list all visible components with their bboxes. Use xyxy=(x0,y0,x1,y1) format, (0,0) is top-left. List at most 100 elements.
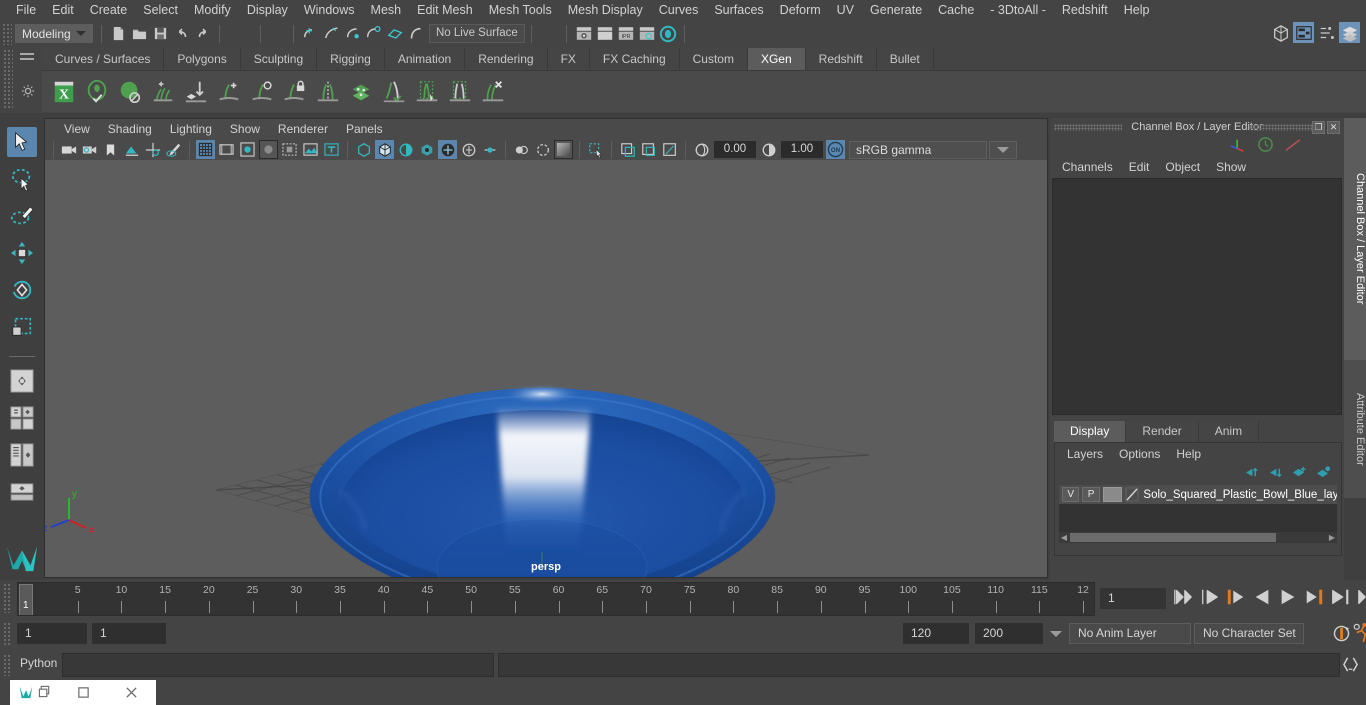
shelf-options-gear-icon[interactable] xyxy=(21,84,37,100)
shelf-tab-sculpting[interactable]: Sculpting xyxy=(240,48,318,71)
animation-clock-icon[interactable] xyxy=(1257,136,1274,156)
exposure-icon[interactable] xyxy=(692,140,711,159)
panel-drag-handle-right[interactable] xyxy=(1250,124,1314,131)
vertical-tab-attribute-editor[interactable]: Attribute Editor xyxy=(1344,360,1366,498)
shelf-tab-redshift[interactable]: Redshift xyxy=(805,48,877,71)
xgen-add-guide-icon[interactable] xyxy=(213,75,244,109)
xgen-lock-guide-icon[interactable] xyxy=(279,75,310,109)
xgen-delete-guide-icon[interactable] xyxy=(477,75,508,109)
wireframe-on-shaded-icon[interactable] xyxy=(280,140,299,159)
restore-window-icon[interactable] xyxy=(38,685,51,701)
time-slider-drag-handle[interactable] xyxy=(3,583,12,613)
render-settings-icon[interactable] xyxy=(637,24,656,43)
scale-tool-icon[interactable] xyxy=(7,312,37,342)
menu-item-redshift[interactable]: Redshift xyxy=(1054,0,1116,20)
snap-to-projected-center-icon[interactable] xyxy=(364,24,383,43)
snap-to-grid-icon[interactable] xyxy=(301,24,320,43)
select-tool-icon[interactable] xyxy=(7,127,37,157)
xray-joints-icon[interactable] xyxy=(375,140,394,159)
layer-tab-display[interactable]: Display xyxy=(1054,421,1127,442)
graph-curve-icon[interactable] xyxy=(1284,137,1302,156)
shelf-tab-bullet[interactable]: Bullet xyxy=(876,48,934,71)
command-line-drag-handle[interactable] xyxy=(3,654,12,676)
color-management-toggle-icon[interactable]: ON xyxy=(826,140,845,159)
menu-set-selector[interactable]: Modeling xyxy=(15,24,93,43)
anim-end-time-field[interactable]: 200 xyxy=(975,623,1043,644)
gamma-value-field[interactable]: 1.00 xyxy=(781,141,823,158)
xgen-mirror-guides-icon[interactable] xyxy=(312,75,343,109)
layer-tab-anim[interactable]: Anim xyxy=(1198,421,1260,442)
multisample-aa-icon[interactable] xyxy=(512,140,531,159)
show-hide-tool-settings-icon[interactable] xyxy=(1316,22,1337,43)
toggle-gate-mask-icon[interactable] xyxy=(618,140,637,159)
current-time-indicator[interactable]: 1 xyxy=(19,584,33,615)
menu-item-modify[interactable]: Modify xyxy=(186,0,239,20)
menu-item-edit-mesh[interactable]: Edit Mesh xyxy=(409,0,481,20)
xgen-create-description-icon[interactable] xyxy=(81,75,112,109)
script-editor-icon[interactable] xyxy=(1342,656,1360,674)
shelf-tab-curves-surfaces[interactable]: Curves / Surfaces xyxy=(42,48,165,71)
hypershade-icon[interactable] xyxy=(658,24,677,43)
vertical-tab-channel-box[interactable]: Channel Box / Layer Editor xyxy=(1344,118,1366,360)
menu-item-3dtoall[interactable]: - 3DtoAll - xyxy=(982,0,1054,20)
window-maximize-button[interactable] xyxy=(59,680,108,705)
play-backwards-button[interactable] xyxy=(1252,587,1272,610)
window-close-button[interactable] xyxy=(107,680,156,705)
viewport-3d-canvas[interactable]: y x z persp xyxy=(45,160,1047,577)
ipr-render-icon[interactable]: IPR xyxy=(616,24,635,43)
shelf-tab-rendering[interactable]: Rendering xyxy=(465,48,548,71)
anim-layer-chevron-down-icon[interactable] xyxy=(1050,631,1062,637)
redo-icon[interactable] xyxy=(193,24,212,43)
move-layer-down-icon[interactable] xyxy=(1268,466,1283,482)
menu-item-surfaces[interactable]: Surfaces xyxy=(706,0,771,20)
menu-item-uv[interactable]: UV xyxy=(829,0,862,20)
live-surface-field[interactable]: No Live Surface xyxy=(429,24,525,43)
menu-item-edit[interactable]: Edit xyxy=(44,0,82,20)
menu-item-windows[interactable]: Windows xyxy=(296,0,363,20)
smooth-shade-all-icon[interactable] xyxy=(217,140,236,159)
channel-menu-edit[interactable]: Edit xyxy=(1121,156,1158,178)
xgen-preview-icon[interactable] xyxy=(114,75,145,109)
wireframe-shading-icon[interactable] xyxy=(196,140,215,159)
menu-item-file[interactable]: File xyxy=(8,0,44,20)
image-plane-icon[interactable] xyxy=(122,140,141,159)
menu-item-mesh-tools[interactable]: Mesh Tools xyxy=(481,0,560,20)
snap-to-point-icon[interactable] xyxy=(343,24,362,43)
viewport-menu-shading[interactable]: Shading xyxy=(99,119,161,139)
layer-menu-options[interactable]: Options xyxy=(1111,443,1168,465)
show-hide-attribute-editor-icon[interactable] xyxy=(1293,22,1314,43)
play-forwards-button[interactable] xyxy=(1278,587,1298,610)
grease-pencil-icon[interactable] xyxy=(164,140,183,159)
animation-preferences-icon[interactable] xyxy=(1352,623,1366,646)
xray-display-icon[interactable] xyxy=(354,140,373,159)
command-language-label[interactable]: Python xyxy=(20,656,57,670)
bookmark-icon[interactable] xyxy=(101,140,120,159)
scrollbar-thumb[interactable] xyxy=(1070,533,1276,542)
shelf-tab-xgen[interactable]: XGen xyxy=(747,48,806,71)
shadows-icon[interactable] xyxy=(438,140,457,159)
channel-menu-object[interactable]: Object xyxy=(1157,156,1208,178)
go-to-end-button[interactable] xyxy=(1356,587,1366,610)
menu-item-create[interactable]: Create xyxy=(82,0,136,20)
shelf-drag-handle[interactable] xyxy=(3,49,13,109)
scroll-right-arrow-icon[interactable]: ▶ xyxy=(1327,533,1337,542)
xgen-select-region-icon[interactable] xyxy=(411,75,442,109)
range-slider-drag-handle[interactable] xyxy=(3,622,12,646)
auto-key-toggle-icon[interactable] xyxy=(1332,624,1351,646)
menu-item-curves[interactable]: Curves xyxy=(651,0,707,20)
create-new-layer-icon[interactable] xyxy=(1292,466,1307,482)
menu-item-display[interactable]: Display xyxy=(239,0,296,20)
show-hide-modeling-toolkit-icon[interactable] xyxy=(1270,22,1291,43)
menu-item-generate[interactable]: Generate xyxy=(862,0,930,20)
toggle-film-gate-icon[interactable] xyxy=(660,140,679,159)
menu-item-help[interactable]: Help xyxy=(1116,0,1158,20)
layer-visibility-toggle[interactable]: V xyxy=(1062,487,1080,502)
xgen-groom-brush-icon[interactable] xyxy=(378,75,409,109)
use-default-material-icon[interactable] xyxy=(322,140,341,159)
layer-list-horizontal-scrollbar[interactable]: ◀ ▶ xyxy=(1059,532,1337,543)
layer-list[interactable]: V P Solo_Squared_Plastic_Bowl_Blue_laye … xyxy=(1059,485,1337,543)
new-scene-icon[interactable] xyxy=(109,24,128,43)
step-forward-frame-button[interactable] xyxy=(1304,587,1324,610)
exposure-value-field[interactable]: 0.00 xyxy=(714,141,756,158)
texture-display-icon[interactable] xyxy=(301,140,320,159)
